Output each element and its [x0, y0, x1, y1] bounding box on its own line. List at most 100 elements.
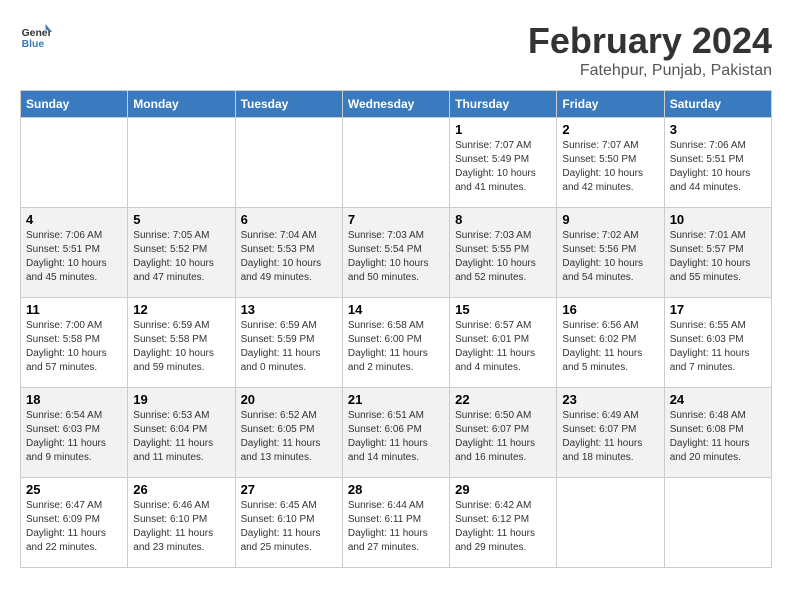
day-info: Sunrise: 6:44 AMSunset: 6:11 PMDaylight:… — [348, 499, 444, 555]
calendar-cell — [235, 118, 342, 208]
calendar-cell: 17 Sunrise: 6:55 AMSunset: 6:03 PMDayligh… — [664, 298, 771, 388]
calendar-table: SundayMondayTuesdayWednesdayThursdayFrid… — [20, 90, 772, 568]
calendar-cell: 6 Sunrise: 7:04 AMSunset: 5:53 PMDaylight… — [235, 208, 342, 298]
day-number: 10 — [670, 212, 766, 227]
day-info: Sunrise: 6:48 AMSunset: 6:08 PMDaylight:… — [670, 409, 766, 465]
day-number: 4 — [26, 212, 122, 227]
calendar-cell: 26 Sunrise: 6:46 AMSunset: 6:10 PMDayligh… — [128, 478, 235, 568]
day-info: Sunrise: 6:45 AMSunset: 6:10 PMDaylight:… — [241, 499, 337, 555]
day-info: Sunrise: 6:46 AMSunset: 6:10 PMDaylight:… — [133, 499, 229, 555]
calendar-cell: 4 Sunrise: 7:06 AMSunset: 5:51 PMDaylight… — [21, 208, 128, 298]
day-number: 21 — [348, 392, 444, 407]
location-title: Fatehpur, Punjab, Pakistan — [528, 62, 772, 80]
calendar-cell: 11 Sunrise: 7:00 AMSunset: 5:58 PMDayligh… — [21, 298, 128, 388]
calendar-cell: 19 Sunrise: 6:53 AMSunset: 6:04 PMDayligh… — [128, 388, 235, 478]
day-number: 7 — [348, 212, 444, 227]
svg-text:Blue: Blue — [22, 39, 45, 50]
calendar-cell: 3 Sunrise: 7:06 AMSunset: 5:51 PMDaylight… — [664, 118, 771, 208]
calendar-cell: 10 Sunrise: 7:01 AMSunset: 5:57 PMDayligh… — [664, 208, 771, 298]
calendar-cell: 12Sunrise: 6:59 AMSunset: 5:58 PMDayligh… — [128, 298, 235, 388]
calendar-cell: 22 Sunrise: 6:50 AMSunset: 6:07 PMDayligh… — [450, 388, 557, 478]
calendar-cell: 23 Sunrise: 6:49 AMSunset: 6:07 PMDayligh… — [557, 388, 664, 478]
calendar-cell — [342, 118, 449, 208]
day-number: 23 — [562, 392, 658, 407]
calendar-cell: 18 Sunrise: 6:54 AMSunset: 6:03 PMDayligh… — [21, 388, 128, 478]
calendar-cell: 2Sunrise: 7:07 AMSunset: 5:50 PMDaylight… — [557, 118, 664, 208]
calendar-cell: 25Sunrise: 6:47 AMSunset: 6:09 PMDayligh… — [21, 478, 128, 568]
day-info: Sunrise: 7:02 AMSunset: 5:56 PMDaylight:… — [562, 229, 658, 285]
day-info: Sunrise: 7:06 AMSunset: 5:51 PMDaylight:… — [670, 139, 766, 195]
column-header-thursday: Thursday — [450, 91, 557, 118]
calendar-cell: 15 Sunrise: 6:57 AMSunset: 6:01 PMDayligh… — [450, 298, 557, 388]
calendar-cell: 13 Sunrise: 6:59 AMSunset: 5:59 PMDayligh… — [235, 298, 342, 388]
calendar-cell: 29Sunrise: 6:42 AMSunset: 6:12 PMDayligh… — [450, 478, 557, 568]
day-info: Sunrise: 6:54 AMSunset: 6:03 PMDaylight:… — [26, 409, 122, 465]
month-title: February 2024 — [528, 20, 772, 62]
day-number: 26 — [133, 482, 229, 497]
calendar-cell — [21, 118, 128, 208]
day-number: 15 — [455, 302, 551, 317]
day-info: Sunrise: 6:59 AMSunset: 5:59 PMDaylight:… — [241, 319, 337, 375]
day-info: Sunrise: 6:53 AMSunset: 6:04 PMDaylight:… — [133, 409, 229, 465]
column-header-monday: Monday — [128, 91, 235, 118]
day-info: Sunrise: 6:58 AMSunset: 6:00 PMDaylight:… — [348, 319, 444, 375]
calendar-week-row: 25Sunrise: 6:47 AMSunset: 6:09 PMDayligh… — [21, 478, 772, 568]
day-info: Sunrise: 7:04 AMSunset: 5:53 PMDaylight:… — [241, 229, 337, 285]
day-number: 28 — [348, 482, 444, 497]
day-number: 27 — [241, 482, 337, 497]
day-info: Sunrise: 6:47 AMSunset: 6:09 PMDaylight:… — [26, 499, 122, 555]
column-header-friday: Friday — [557, 91, 664, 118]
day-number: 22 — [455, 392, 551, 407]
day-info: Sunrise: 7:07 AMSunset: 5:49 PMDaylight:… — [455, 139, 551, 195]
calendar-cell: 1 Sunrise: 7:07 AMSunset: 5:49 PMDaylight… — [450, 118, 557, 208]
calendar-cell: 28 Sunrise: 6:44 AMSunset: 6:11 PMDayligh… — [342, 478, 449, 568]
day-number: 12 — [133, 302, 229, 317]
calendar-week-row: 1 Sunrise: 7:07 AMSunset: 5:49 PMDaylight… — [21, 118, 772, 208]
calendar-cell — [128, 118, 235, 208]
day-number: 29 — [455, 482, 551, 497]
day-number: 1 — [455, 122, 551, 137]
day-info: Sunrise: 7:03 AMSunset: 5:54 PMDaylight:… — [348, 229, 444, 285]
day-number: 17 — [670, 302, 766, 317]
logo: General Blue — [20, 20, 52, 52]
calendar-cell: 24 Sunrise: 6:48 AMSunset: 6:08 PMDayligh… — [664, 388, 771, 478]
day-info: Sunrise: 6:52 AMSunset: 6:05 PMDaylight:… — [241, 409, 337, 465]
calendar-cell: 20 Sunrise: 6:52 AMSunset: 6:05 PMDayligh… — [235, 388, 342, 478]
calendar-cell — [557, 478, 664, 568]
calendar-cell: 7 Sunrise: 7:03 AMSunset: 5:54 PMDaylight… — [342, 208, 449, 298]
calendar-week-row: 4 Sunrise: 7:06 AMSunset: 5:51 PMDaylight… — [21, 208, 772, 298]
day-info: Sunrise: 6:49 AMSunset: 6:07 PMDaylight:… — [562, 409, 658, 465]
calendar-week-row: 11 Sunrise: 7:00 AMSunset: 5:58 PMDayligh… — [21, 298, 772, 388]
title-block: February 2024 Fatehpur, Punjab, Pakistan — [528, 20, 772, 80]
day-number: 14 — [348, 302, 444, 317]
calendar-header-row: SundayMondayTuesdayWednesdayThursdayFrid… — [21, 91, 772, 118]
day-info: Sunrise: 6:56 AMSunset: 6:02 PMDaylight:… — [562, 319, 658, 375]
day-number: 24 — [670, 392, 766, 407]
day-number: 13 — [241, 302, 337, 317]
column-header-sunday: Sunday — [21, 91, 128, 118]
day-info: Sunrise: 6:55 AMSunset: 6:03 PMDaylight:… — [670, 319, 766, 375]
calendar-cell: 8Sunrise: 7:03 AMSunset: 5:55 PMDaylight… — [450, 208, 557, 298]
calendar-cell: 5Sunrise: 7:05 AMSunset: 5:52 PMDaylight… — [128, 208, 235, 298]
day-number: 5 — [133, 212, 229, 227]
calendar-cell: 9 Sunrise: 7:02 AMSunset: 5:56 PMDaylight… — [557, 208, 664, 298]
day-info: Sunrise: 6:57 AMSunset: 6:01 PMDaylight:… — [455, 319, 551, 375]
column-header-tuesday: Tuesday — [235, 91, 342, 118]
day-info: Sunrise: 7:07 AMSunset: 5:50 PMDaylight:… — [562, 139, 658, 195]
day-info: Sunrise: 7:01 AMSunset: 5:57 PMDaylight:… — [670, 229, 766, 285]
day-number: 6 — [241, 212, 337, 227]
day-number: 20 — [241, 392, 337, 407]
column-header-wednesday: Wednesday — [342, 91, 449, 118]
day-number: 18 — [26, 392, 122, 407]
day-number: 3 — [670, 122, 766, 137]
calendar-cell — [664, 478, 771, 568]
calendar-cell: 21Sunrise: 6:51 AMSunset: 6:06 PMDayligh… — [342, 388, 449, 478]
day-number: 11 — [26, 302, 122, 317]
day-number: 19 — [133, 392, 229, 407]
calendar-week-row: 18 Sunrise: 6:54 AMSunset: 6:03 PMDayligh… — [21, 388, 772, 478]
logo-icon: General Blue — [20, 20, 52, 52]
day-number: 9 — [562, 212, 658, 227]
day-info: Sunrise: 7:06 AMSunset: 5:51 PMDaylight:… — [26, 229, 122, 285]
day-info: Sunrise: 7:00 AMSunset: 5:58 PMDaylight:… — [26, 319, 122, 375]
day-info: Sunrise: 6:50 AMSunset: 6:07 PMDaylight:… — [455, 409, 551, 465]
